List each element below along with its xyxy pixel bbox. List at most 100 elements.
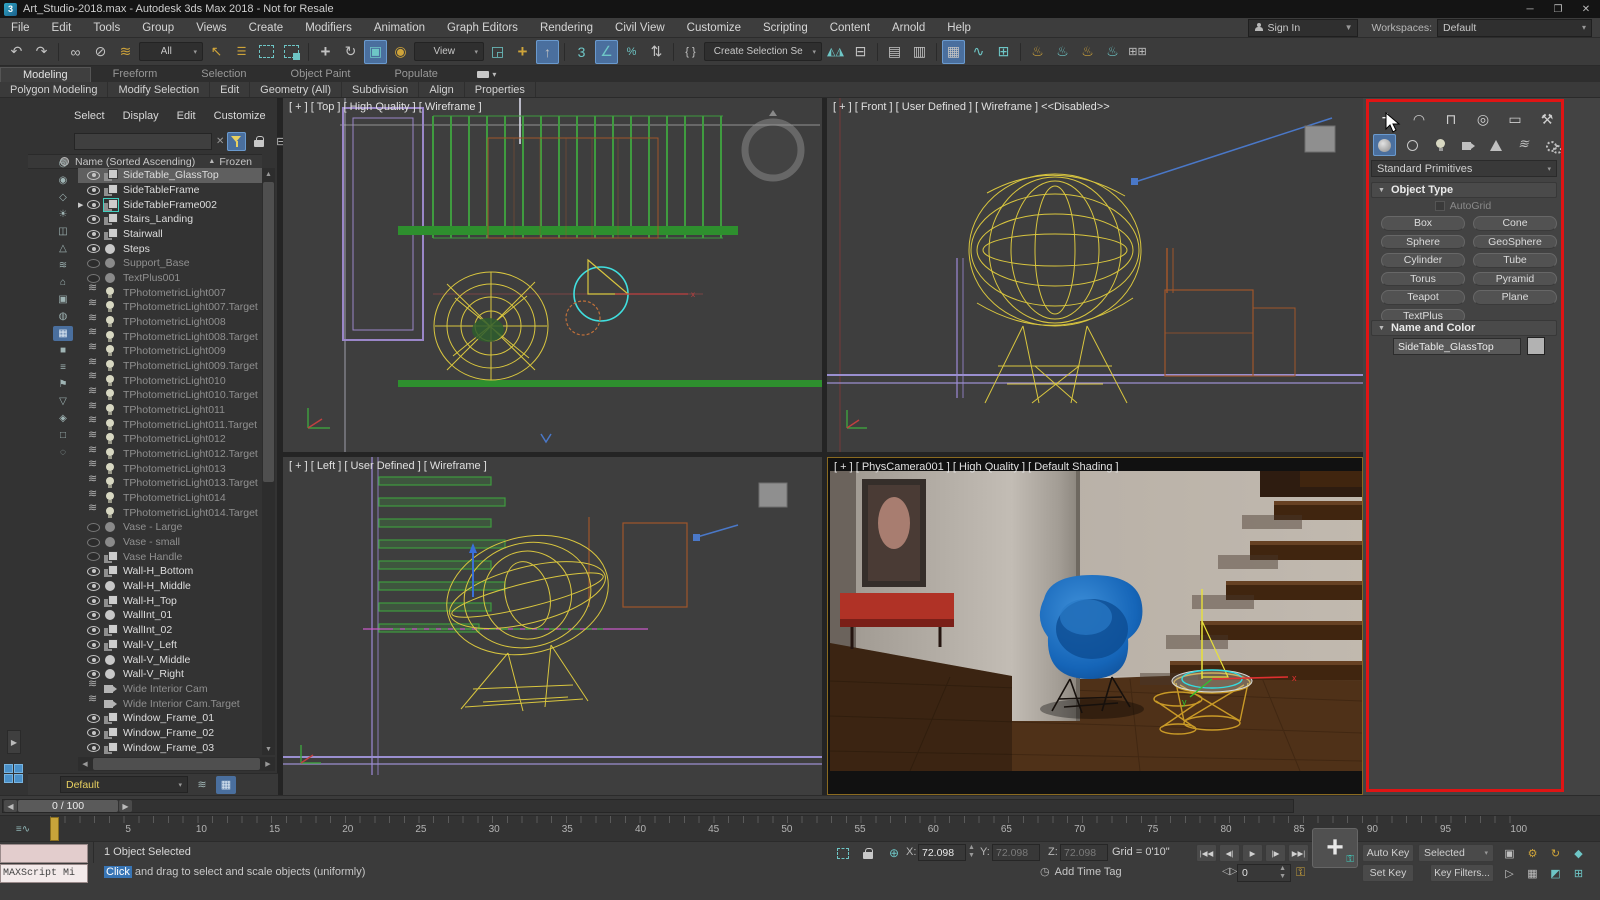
maximize-viewport-icon[interactable]: ⊞ bbox=[1569, 864, 1588, 882]
absolute-offset-icon[interactable]: ⊕ bbox=[884, 844, 904, 862]
list-item[interactable]: Stairwall bbox=[78, 227, 262, 242]
pick-child-icon[interactable]: ◌ bbox=[53, 445, 73, 460]
list-item[interactable]: TPhotometricLight008 bbox=[78, 311, 262, 330]
ribbon-subtab[interactable]: Geometry (All) bbox=[250, 82, 343, 97]
list-item[interactable]: TPhotometricLight009.Target bbox=[78, 355, 262, 374]
motion-tab[interactable]: ◎ bbox=[1471, 108, 1495, 130]
visibility-eye-icon[interactable] bbox=[87, 229, 100, 239]
spinner-snap-button[interactable]: ⇅ bbox=[645, 40, 668, 64]
ribbon-subtab[interactable]: Edit bbox=[210, 82, 251, 97]
ribbon-tab[interactable]: Modeling bbox=[0, 67, 91, 82]
menu-item[interactable]: Tools bbox=[82, 18, 131, 37]
menu-item[interactable]: Scripting bbox=[752, 18, 819, 37]
visibility-eye-icon[interactable] bbox=[87, 728, 100, 738]
list-item[interactable]: Wide Interior Cam.Target bbox=[78, 692, 262, 711]
lock-explorer-button[interactable] bbox=[249, 132, 268, 151]
use-pivot-point-button[interactable]: ◲ bbox=[486, 40, 509, 64]
visibility-eye-icon[interactable] bbox=[87, 258, 100, 268]
layer-explorer-toggle-button[interactable]: ▥ bbox=[908, 40, 931, 64]
display-containers-icon[interactable]: ▣ bbox=[53, 292, 73, 307]
ribbon-subtab[interactable]: Modify Selection bbox=[108, 82, 211, 97]
menu-item[interactable]: Rendering bbox=[529, 18, 604, 37]
set-key-button[interactable]: Set Key bbox=[1362, 864, 1414, 882]
list-item[interactable]: Stairs_Landing bbox=[78, 212, 262, 227]
scrollbar-thumb[interactable] bbox=[263, 182, 274, 482]
viewport-camera-label[interactable]: [ + ] [ PhysCamera001 ] [ High Quality ]… bbox=[834, 461, 1119, 473]
close-button[interactable]: ✕ bbox=[1572, 0, 1600, 18]
isolate-selection-icon[interactable]: ▣ bbox=[1500, 844, 1519, 862]
bind-to-space-warp-button[interactable]: ≋ bbox=[114, 40, 137, 64]
ribbon-tab[interactable]: Freeform bbox=[91, 67, 180, 82]
key-nav-icon[interactable]: ◁▷ bbox=[1222, 866, 1237, 877]
mirror-button[interactable]: ◭◮ bbox=[824, 40, 847, 64]
display-frozen-icon[interactable]: ▦ bbox=[53, 326, 73, 341]
name-color-rollout[interactable]: ▼ Name and Color bbox=[1371, 320, 1557, 336]
maximize-button[interactable]: ❐ bbox=[1544, 0, 1572, 18]
primitives-category-dropdown[interactable]: Standard Primitives ▾ bbox=[1371, 160, 1557, 177]
visibility-eye-icon[interactable] bbox=[87, 640, 100, 650]
list-item[interactable]: WallInt_02 bbox=[78, 623, 262, 638]
schematic-view-button[interactable]: ⊞ bbox=[992, 40, 1015, 64]
menu-item[interactable]: Group bbox=[131, 18, 185, 37]
select-and-manipulate-button[interactable]: + bbox=[511, 40, 534, 64]
list-item[interactable]: TPhotometricLight007.Target bbox=[78, 296, 262, 315]
viewport-front[interactable]: [ + ] [ Front ] [ User Defined ] [ Wiref… bbox=[827, 98, 1363, 452]
menu-item[interactable]: Content bbox=[819, 18, 881, 37]
display-helpers-icon[interactable]: △ bbox=[53, 241, 73, 256]
previous-frame-button[interactable]: ◀| bbox=[1219, 844, 1240, 862]
lights-category[interactable] bbox=[1429, 134, 1452, 156]
object-color-swatch[interactable] bbox=[1527, 337, 1545, 355]
selection-set-dropdown[interactable]: Create Selection Se ▾ bbox=[704, 42, 822, 61]
visibility-eye-icon[interactable] bbox=[87, 655, 100, 664]
select-and-rotate-button[interactable]: ↻ bbox=[339, 40, 362, 64]
time-slider-track[interactable]: ◀ 0 / 100 ▶ bbox=[2, 799, 1294, 813]
display-materials-icon[interactable]: ◍ bbox=[53, 309, 73, 324]
visibility-eye-icon[interactable] bbox=[87, 522, 100, 532]
vertical-scrollbar[interactable]: ▲ ▼ bbox=[262, 168, 275, 755]
ribbon-config-icon[interactable]: ▾ bbox=[474, 69, 500, 80]
utilities-tab[interactable]: ⚒ bbox=[1535, 108, 1559, 130]
list-item[interactable]: Wall-V_Middle bbox=[78, 652, 262, 667]
display-hidden-icon[interactable]: ■ bbox=[53, 343, 73, 358]
filter-button[interactable] bbox=[227, 131, 247, 151]
visibility-eye-icon[interactable] bbox=[87, 200, 100, 210]
y-coordinate-field[interactable]: 72.098 bbox=[992, 844, 1040, 861]
display-lights-icon[interactable]: ☀ bbox=[53, 207, 73, 222]
render-setup-button[interactable]: ♨ bbox=[1051, 40, 1074, 64]
list-item[interactable]: TPhotometricLight011 bbox=[78, 399, 262, 418]
visibility-eye-icon[interactable] bbox=[87, 552, 100, 562]
viewport-left-label[interactable]: [ + ] [ Left ] [ User Defined ] [ Wirefr… bbox=[289, 460, 487, 472]
display-spacewarps-icon[interactable]: ≋ bbox=[53, 258, 73, 273]
select-and-scale-button[interactable]: ▣ bbox=[364, 39, 387, 64]
primitive-button[interactable]: Box bbox=[1381, 216, 1465, 231]
list-item[interactable]: TextPlus001 bbox=[78, 271, 262, 286]
list-item[interactable]: TPhotometricLight013.Target bbox=[78, 472, 262, 491]
snaps-toggle-button[interactable]: 3 bbox=[570, 40, 593, 64]
explorer-menu-item[interactable]: Customize bbox=[214, 110, 266, 122]
cameras-category[interactable] bbox=[1457, 134, 1480, 156]
render-production-button[interactable]: ♨ bbox=[1101, 40, 1124, 64]
list-item[interactable]: Window_Frame_02 bbox=[78, 726, 262, 741]
pick-parent-icon[interactable]: □ bbox=[53, 428, 73, 443]
list-item[interactable]: TPhotometricLight012.Target bbox=[78, 443, 262, 462]
selection-region-icon[interactable] bbox=[833, 844, 853, 862]
next-frame-button[interactable]: |▶ bbox=[1265, 844, 1286, 862]
viewport-front-label[interactable]: [ + ] [ Front ] [ User Defined ] [ Wiref… bbox=[833, 101, 1110, 113]
workspace-dropdown[interactable]: Default ▾ bbox=[1437, 18, 1592, 37]
rectangular-selection-region-button[interactable] bbox=[255, 40, 278, 64]
display-shapes-icon[interactable]: ◇ bbox=[53, 190, 73, 205]
curve-editor-button[interactable]: ∿ bbox=[967, 40, 990, 64]
unlink-selection-button[interactable]: ⊘ bbox=[89, 40, 112, 64]
menu-item[interactable]: Create bbox=[238, 18, 295, 37]
selection-lock-icon[interactable]: ⚙ bbox=[1523, 844, 1542, 862]
scroll-right-icon[interactable]: ▶ bbox=[261, 757, 275, 771]
reference-coordinate-dropdown[interactable]: View ▾ bbox=[414, 42, 484, 61]
primitive-button[interactable]: Pyramid bbox=[1473, 271, 1557, 286]
primitive-button[interactable]: Torus bbox=[1381, 271, 1465, 286]
list-item[interactable]: SideTableFrame bbox=[78, 183, 262, 198]
snap-keys-icon[interactable]: ▷ bbox=[1500, 864, 1519, 882]
loop-animation-icon[interactable]: ↻ bbox=[1546, 844, 1565, 862]
visibility-eye-icon[interactable] bbox=[87, 625, 100, 635]
list-item[interactable]: Wall-H_Bottom bbox=[78, 564, 262, 579]
panel-expand-arrow[interactable]: ▶ bbox=[7, 730, 21, 754]
